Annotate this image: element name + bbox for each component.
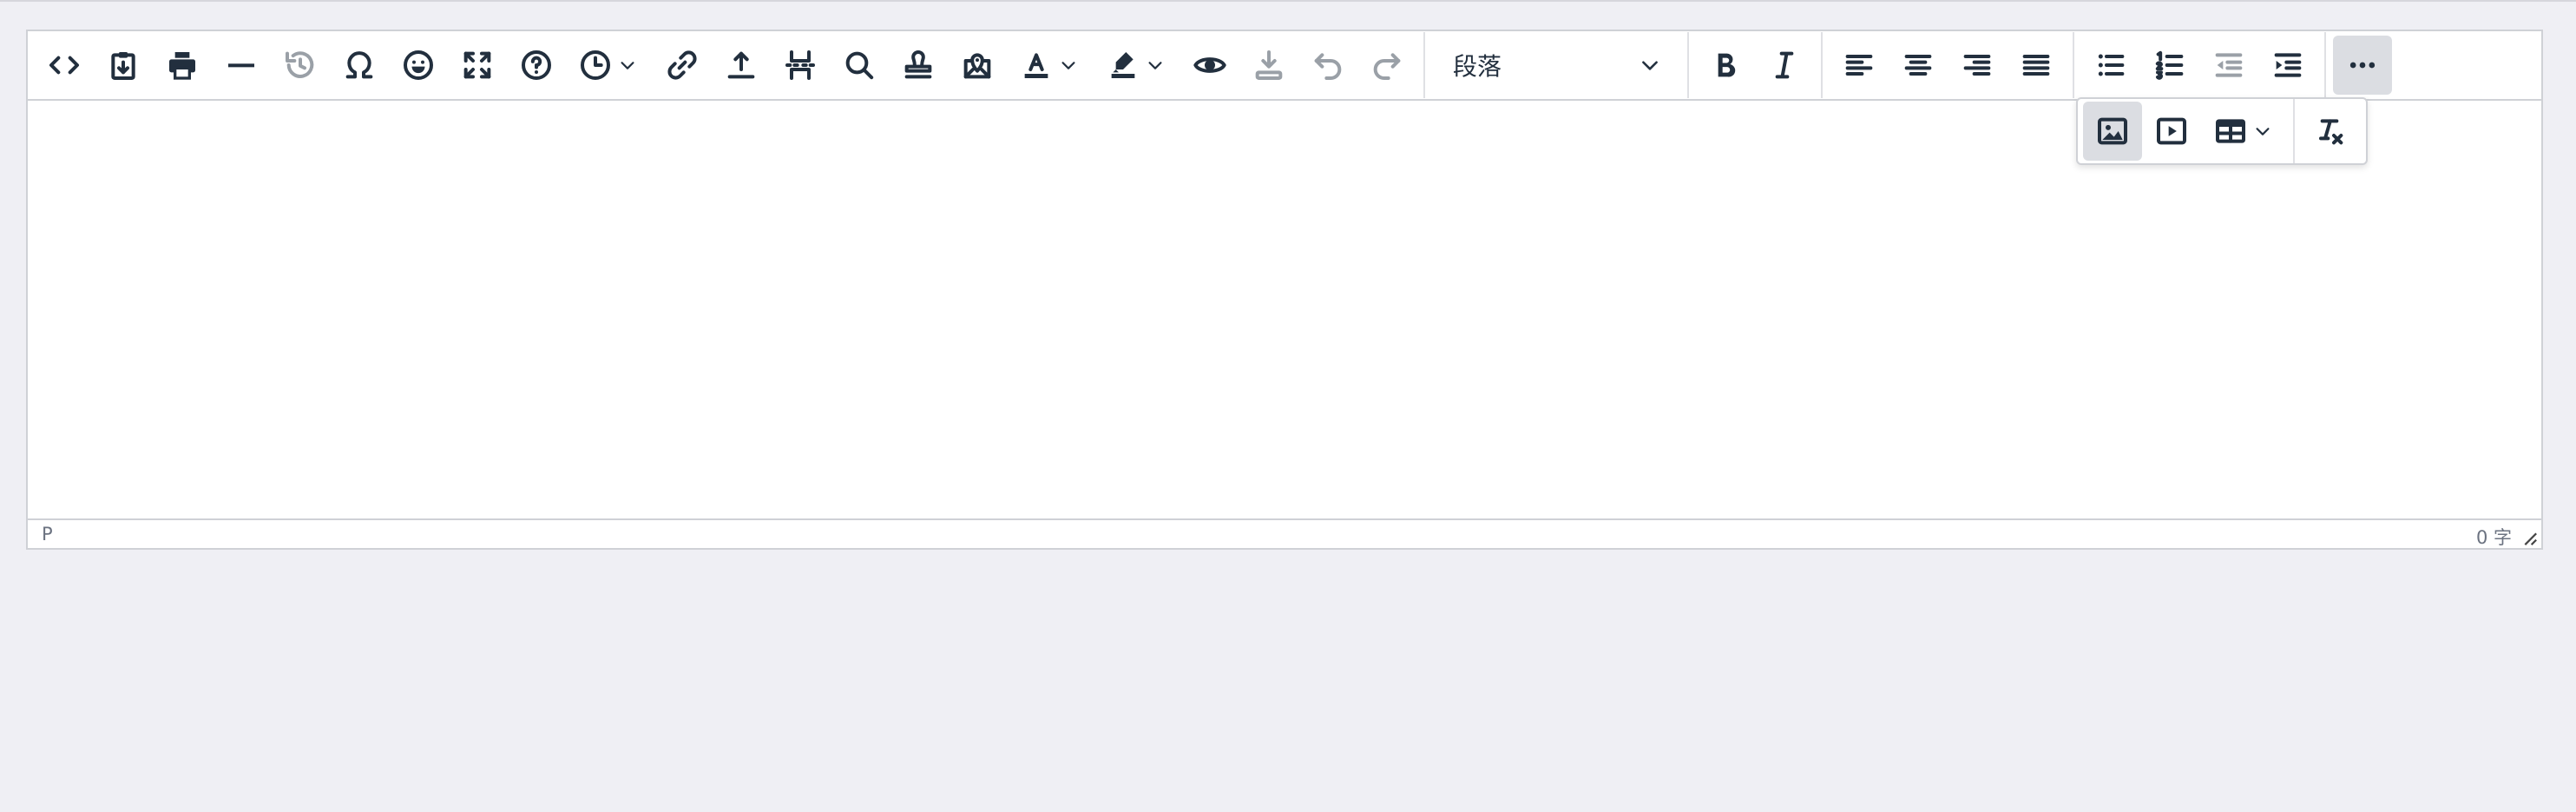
overflow-group-clear [2295, 99, 2364, 163]
numbered-list-icon [2155, 50, 2184, 80]
print-button[interactable] [153, 36, 212, 95]
bold-icon [1718, 53, 1736, 77]
stamp-button[interactable] [889, 36, 948, 95]
insert-datetime-button[interactable] [566, 36, 653, 95]
search-replace-button[interactable] [830, 36, 889, 95]
more-icon [2349, 62, 2376, 69]
text-color-icon [1024, 53, 1048, 78]
fullscreen-icon [463, 51, 491, 79]
element-path[interactable]: P [42, 524, 53, 545]
undo-button[interactable] [1298, 36, 1357, 95]
align-left-icon [1845, 55, 1873, 76]
more-button[interactable] [2333, 36, 2392, 95]
help-icon [522, 50, 551, 80]
highlight-color-button[interactable] [1094, 36, 1180, 95]
image-icon [2098, 117, 2127, 145]
upload-button[interactable] [712, 36, 771, 95]
align-justify-icon [2022, 55, 2050, 76]
link-icon [667, 50, 697, 80]
align-center-button[interactable] [1889, 36, 1948, 95]
undo-icon [1314, 53, 1342, 80]
bullet-list-button[interactable] [2081, 36, 2140, 95]
chevron-down-icon [1061, 62, 1075, 69]
omega-icon [345, 51, 373, 79]
map-pin-icon [963, 53, 991, 79]
page-break-button[interactable] [771, 36, 830, 95]
clear-formatting-button[interactable] [2300, 102, 2359, 161]
emoticons-button[interactable] [389, 36, 448, 95]
editor-toolbar: 段落 [28, 31, 2541, 101]
text-color-button[interactable] [1007, 36, 1094, 95]
horizontal-line-icon [228, 63, 254, 68]
map-button[interactable] [948, 36, 1007, 95]
italic-icon [1775, 51, 1794, 79]
insert-image-button[interactable] [2083, 102, 2142, 161]
toolbar-group-tools [28, 32, 1425, 98]
align-center-icon [1904, 55, 1932, 76]
download-button[interactable] [1239, 36, 1298, 95]
highlighter-icon [1111, 52, 1135, 78]
italic-button[interactable] [1755, 36, 1814, 95]
upload-icon [727, 51, 755, 79]
toolbar-group-lists [2074, 32, 2326, 98]
align-right-button[interactable] [1948, 36, 2007, 95]
toolbar-overflow-menu [2076, 97, 2368, 165]
help-button[interactable] [507, 36, 566, 95]
table-button[interactable] [2201, 102, 2288, 161]
paste-text-button[interactable] [94, 36, 153, 95]
link-button[interactable] [653, 36, 712, 95]
chevron-down-icon [621, 62, 634, 69]
clipboard-icon [111, 52, 135, 80]
special-character-button[interactable] [330, 36, 389, 95]
printer-icon [169, 52, 195, 80]
chevron-down-icon [2256, 128, 2270, 135]
bold-button[interactable] [1696, 36, 1755, 95]
horizontal-line-button[interactable] [212, 36, 271, 95]
bullet-list-icon [2098, 54, 2125, 76]
align-right-icon [1963, 55, 1991, 76]
word-count[interactable]: 0 字 [2476, 524, 2512, 550]
page-break-icon [785, 50, 815, 80]
download-icon [1255, 50, 1283, 80]
block-format-value: 段落 [1453, 52, 1502, 81]
editor-statusbar: P 0 字 [28, 518, 2541, 548]
redo-icon [1373, 53, 1401, 80]
insert-media-button[interactable] [2142, 102, 2201, 161]
outdent-button[interactable] [2199, 36, 2258, 95]
overflow-group-insert [2078, 99, 2295, 163]
redo-button[interactable] [1357, 36, 1416, 95]
justify-button[interactable] [2007, 36, 2066, 95]
toolbar-group-format: 段落 [1425, 32, 1689, 98]
source-code-button[interactable] [35, 36, 94, 95]
code-icon [49, 56, 79, 75]
history-icon [286, 51, 314, 78]
indent-icon [2274, 53, 2302, 77]
toolbar-group-more [2326, 32, 2399, 98]
smiley-icon [404, 50, 433, 80]
toolbar-group-align [1823, 32, 2074, 98]
video-icon [2157, 117, 2186, 145]
stamp-icon [904, 50, 932, 79]
restore-draft-button[interactable] [271, 36, 330, 95]
numbered-list-button[interactable] [2140, 36, 2199, 95]
align-left-button[interactable] [1830, 36, 1889, 95]
eye-icon [1193, 57, 1226, 73]
block-format-select[interactable]: 段落 [1439, 36, 1673, 95]
clock-icon [581, 50, 610, 80]
resize-handle-icon[interactable] [2519, 527, 2538, 546]
top-rule [0, 0, 2576, 2]
outdent-icon [2215, 53, 2243, 77]
clear-format-icon [2319, 119, 2343, 145]
search-icon [845, 51, 874, 80]
fullscreen-button[interactable] [448, 36, 507, 95]
toolbar-group-style [1689, 32, 1823, 98]
chevron-down-icon [1642, 61, 1658, 70]
indent-button[interactable] [2258, 36, 2317, 95]
table-icon [2216, 119, 2245, 143]
chevron-down-icon [1148, 62, 1162, 69]
preview-button[interactable] [1180, 36, 1239, 95]
